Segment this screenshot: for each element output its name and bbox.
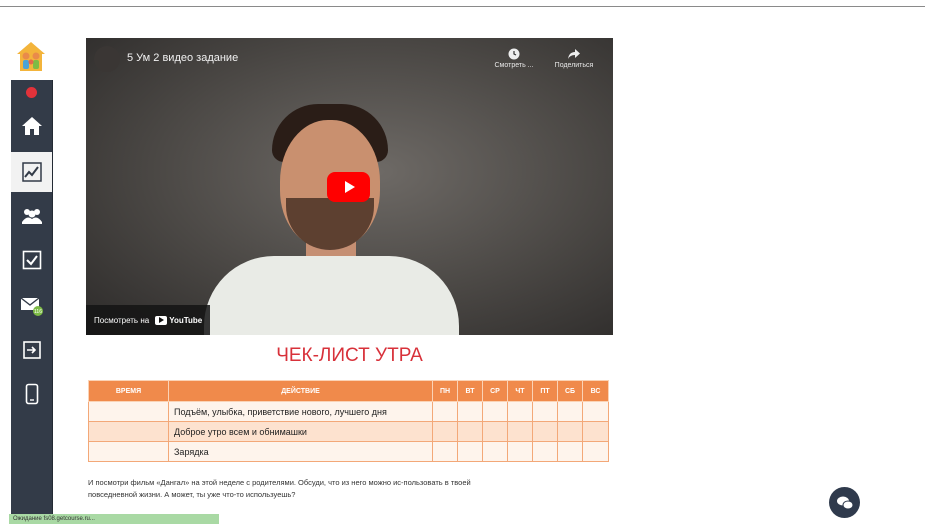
sidebar-item-mobile[interactable]	[11, 374, 52, 414]
sidebar-nav: 116	[11, 80, 53, 524]
group-icon	[21, 209, 42, 224]
day-cell	[557, 441, 583, 462]
day-cell	[457, 441, 483, 462]
chart-icon	[21, 162, 42, 182]
family-logo-icon	[17, 42, 45, 71]
top-divider	[0, 6, 925, 7]
time-cell	[88, 421, 169, 442]
sidebar-item-messages[interactable]: 116	[11, 286, 52, 326]
day-cell	[557, 401, 583, 422]
channel-avatar[interactable]	[94, 46, 120, 72]
action-cell: Доброе утро всем и обнимашки	[168, 421, 433, 442]
chat-widget-button[interactable]	[829, 487, 860, 518]
video-person-beard	[286, 198, 374, 250]
youtube-video-player[interactable]: 5 Ум 2 видео задание Смотреть ... Подели…	[86, 38, 613, 335]
clock-icon	[508, 48, 520, 60]
header-day: ЧТ	[507, 380, 533, 402]
day-cell	[507, 421, 533, 442]
sidebar-item-groups[interactable]	[11, 196, 52, 236]
day-cell	[457, 421, 483, 442]
table-row: Зарядка	[88, 441, 609, 462]
share-arrow-icon	[568, 49, 580, 59]
header-time: ВРЕМЯ	[88, 380, 169, 402]
share-label: Поделиться	[554, 62, 594, 69]
login-icon	[22, 341, 41, 359]
header-day: СБ	[557, 380, 583, 402]
share-button[interactable]: Поделиться	[544, 46, 604, 69]
day-cell	[557, 421, 583, 442]
day-cell	[582, 441, 609, 462]
sidebar-item-login[interactable]	[11, 330, 52, 370]
messages-count-badge: 116	[34, 309, 42, 315]
school-logo[interactable]	[14, 40, 48, 74]
youtube-logo: YouTube	[155, 315, 203, 325]
day-cell	[532, 401, 558, 422]
youtube-play-mark-icon	[155, 315, 168, 325]
morning-checklist-table: ВРЕМЯ ДЕЙСТВИЕ ПН ВТ СР ЧТ ПТ СБ ВС Подъ…	[88, 380, 609, 462]
day-cell	[507, 441, 533, 462]
browser-status-bar: Ожидание fs08.getcourse.ru...	[9, 514, 219, 524]
watch-later-button[interactable]: Смотреть ...	[484, 46, 544, 69]
play-button[interactable]	[327, 172, 370, 202]
time-cell	[88, 441, 169, 462]
day-cell	[532, 441, 558, 462]
day-cell	[507, 401, 533, 422]
chat-bubbles-icon	[836, 496, 853, 509]
header-day: ВТ	[457, 380, 483, 402]
header-day: ВС	[582, 380, 609, 402]
day-cell	[457, 401, 483, 422]
record-indicator-icon	[26, 87, 37, 98]
play-icon	[344, 181, 355, 193]
day-cell	[432, 421, 458, 442]
action-cell: Зарядка	[168, 441, 433, 462]
day-cell	[432, 401, 458, 422]
table-header-row: ВРЕМЯ ДЕЙСТВИЕ ПН ВТ СР ЧТ ПТ СБ ВС	[88, 380, 609, 402]
table-row: Доброе утро всем и обнимашки	[88, 421, 609, 442]
day-cell	[482, 441, 508, 462]
home-icon	[21, 117, 42, 135]
sidebar-item-progress[interactable]	[11, 152, 52, 192]
video-title[interactable]: 5 Ум 2 видео задание	[127, 52, 238, 64]
sidebar-item-home[interactable]	[11, 106, 52, 146]
phone-icon	[25, 383, 38, 405]
checkbox-icon	[22, 250, 41, 270]
day-cell	[482, 401, 508, 422]
mail-icon: 116	[20, 297, 43, 316]
watch-on-label: Посмотреть на	[94, 315, 150, 325]
day-cell	[432, 441, 458, 462]
table-row: Подъём, улыбка, приветствие нового, лучш…	[88, 401, 609, 422]
day-cell	[582, 421, 609, 442]
sidebar-item-tasks[interactable]	[11, 240, 52, 280]
video-person-shirt	[204, 256, 459, 335]
time-cell	[88, 401, 169, 422]
day-cell	[532, 421, 558, 442]
header-day: ПТ	[532, 380, 558, 402]
action-cell: Подъём, улыбка, приветствие нового, лучш…	[168, 401, 433, 422]
header-day: ПН	[432, 380, 458, 402]
watch-later-label: Смотреть ...	[494, 62, 534, 69]
assignment-description: И посмотри фильм «Дангал» на этой неделе…	[88, 478, 471, 499]
day-cell	[582, 401, 609, 422]
watch-on-youtube-button[interactable]: Посмотреть на YouTube	[86, 305, 211, 335]
header-day: СР	[482, 380, 508, 402]
checklist-title: ЧЕК-ЛИСТ УТРА	[276, 345, 423, 366]
header-action: ДЕЙСТВИЕ	[168, 380, 433, 402]
day-cell	[482, 421, 508, 442]
youtube-brand-text: YouTube	[169, 315, 203, 325]
